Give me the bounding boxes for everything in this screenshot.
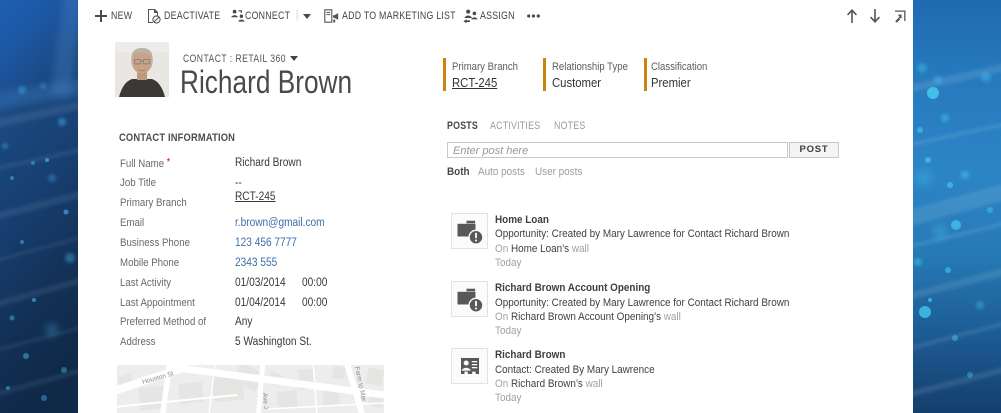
svg-text:Ave J: Ave J <box>261 393 269 410</box>
